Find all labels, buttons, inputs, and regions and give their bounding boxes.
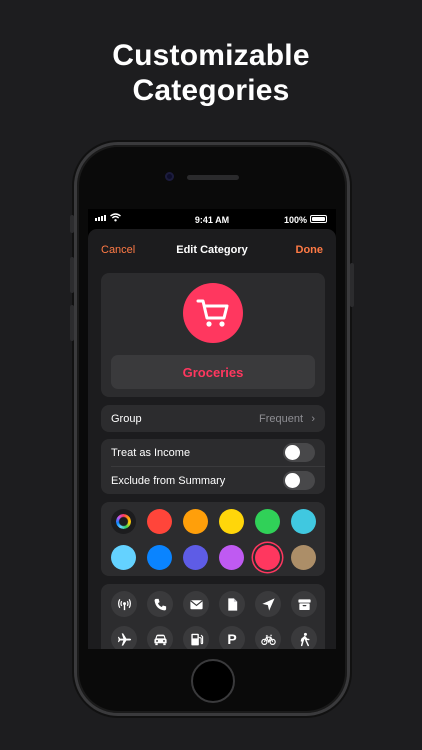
toggles-card: Treat as Income Exclude from Summary (101, 439, 325, 494)
color-swatch[interactable] (111, 545, 136, 570)
icon-option-walking[interactable] (291, 626, 317, 649)
treat-as-income-toggle[interactable] (283, 443, 315, 462)
group-row[interactable]: Group Frequent › (101, 405, 325, 432)
envelope-icon (189, 599, 203, 609)
group-label: Group (111, 413, 142, 425)
icon-picker-card: P (101, 584, 325, 649)
done-button[interactable]: Done (296, 244, 324, 256)
color-swatch[interactable] (183, 545, 208, 570)
earpiece-speaker (187, 175, 239, 180)
cart-icon (196, 299, 229, 327)
custom-color-swatch[interactable] (111, 509, 136, 534)
parking-icon: P (227, 631, 237, 647)
document-icon (227, 597, 237, 611)
archive-box-icon (297, 598, 311, 610)
chevron-right-icon: › (311, 413, 315, 425)
color-picker-card (101, 502, 325, 576)
airplane-icon (117, 632, 131, 646)
nav-bar: Cancel Edit Category Done (88, 229, 336, 269)
walking-icon (300, 632, 309, 646)
home-button[interactable] (191, 659, 235, 703)
phone-frame: 9:41 AM 100% Cancel Edit Category Done G… (70, 142, 354, 716)
icon-option-fuel-pump[interactable] (183, 626, 209, 649)
volume-up-button (70, 257, 74, 293)
color-swatch[interactable] (147, 545, 172, 570)
front-camera (165, 172, 174, 181)
status-bar: 9:41 AM 100% (88, 209, 336, 229)
screen: 9:41 AM 100% Cancel Edit Category Done G… (88, 209, 336, 649)
group-value: Frequent (258, 413, 303, 425)
icon-option-archive-box[interactable] (291, 591, 317, 617)
icon-option-document[interactable] (219, 591, 245, 617)
exclude-from-summary-toggle[interactable] (283, 471, 315, 490)
volume-down-button (70, 305, 74, 341)
edit-category-sheet: Cancel Edit Category Done Groceries Grou… (88, 229, 336, 649)
power-button (350, 263, 354, 307)
color-swatch[interactable] (219, 509, 244, 534)
exclude-from-summary-label: Exclude from Summary (111, 475, 226, 487)
color-swatch[interactable] (255, 545, 280, 570)
category-name-field[interactable]: Groceries (111, 355, 315, 389)
antenna-icon (117, 598, 131, 610)
icon-option-antenna[interactable] (111, 591, 137, 617)
treat-as-income-row: Treat as Income (101, 439, 325, 466)
bicycle-icon (260, 634, 276, 645)
icon-option-location-arrow[interactable] (255, 591, 281, 617)
location-arrow-icon (261, 597, 275, 611)
icon-option-envelope[interactable] (183, 591, 209, 617)
icon-option-phone[interactable] (147, 591, 173, 617)
battery-icon (310, 215, 327, 223)
icon-option-car[interactable] (147, 626, 173, 649)
color-swatch[interactable] (291, 545, 316, 570)
battery-percent: 100% (283, 215, 307, 225)
color-swatch[interactable] (147, 509, 172, 534)
mute-switch (70, 215, 74, 233)
headline-line-2: Categories (132, 74, 290, 107)
icon-option-parking[interactable]: P (219, 626, 245, 649)
icon-option-bicycle[interactable] (255, 626, 281, 649)
headline-line-1: Customizable (112, 39, 310, 72)
group-row-content: Group Frequent › (101, 405, 325, 432)
phone-icon (154, 598, 166, 610)
headline: Customizable Categories (0, 38, 422, 108)
car-icon (153, 634, 167, 645)
icon-option-airplane[interactable] (111, 626, 137, 649)
color-swatch[interactable] (183, 509, 208, 534)
fuel-pump-icon (190, 633, 203, 645)
category-header-card: Groceries (101, 273, 325, 397)
color-swatch[interactable] (219, 545, 244, 570)
category-icon-button[interactable] (183, 283, 243, 343)
color-swatch[interactable] (291, 509, 316, 534)
exclude-from-summary-row: Exclude from Summary (101, 467, 325, 494)
color-swatch[interactable] (255, 509, 280, 534)
treat-as-income-label: Treat as Income (111, 447, 191, 459)
